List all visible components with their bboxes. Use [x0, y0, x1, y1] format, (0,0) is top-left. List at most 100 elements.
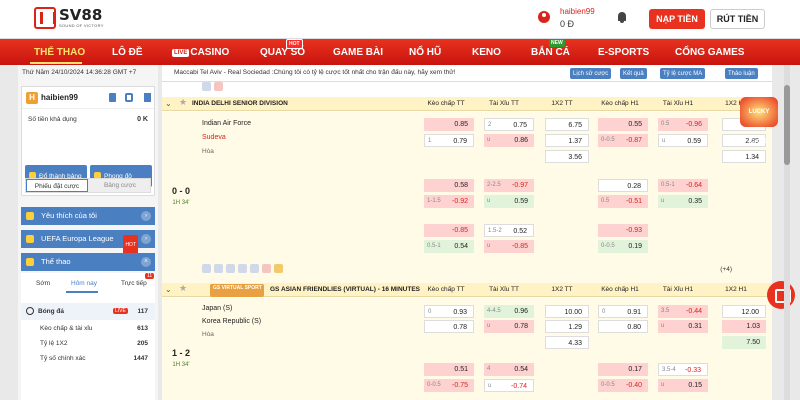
nav-cards[interactable]: GAME BÀI	[333, 47, 383, 58]
odds-cell[interactable]: u -0.85	[484, 240, 534, 253]
odds-cell[interactable]: u 0.86	[484, 134, 534, 147]
odds-cell[interactable]: 10.00	[545, 305, 589, 318]
odds-cell[interactable]: 0-0.5 -0.87	[598, 134, 648, 147]
chat-icon[interactable]	[767, 281, 795, 309]
chevron-down-icon[interactable]: ⌄	[165, 285, 172, 294]
scrollbar[interactable]	[784, 65, 790, 400]
tab-betlist[interactable]: Bảng cược	[89, 179, 151, 192]
withdraw-button[interactable]: RÚT TIỀN	[710, 9, 765, 29]
message-icon[interactable]	[144, 93, 151, 102]
odds-cell[interactable]: 0.17	[598, 363, 648, 376]
star-icon[interactable]: ★	[179, 283, 187, 294]
user-icon[interactable]	[538, 11, 550, 23]
odds-cell[interactable]: 3.56	[545, 150, 589, 163]
odds-cell[interactable]: 0 0.91	[598, 305, 648, 318]
odds-cell[interactable]: 4-4.5 0.96	[484, 305, 534, 318]
results-button[interactable]: Kết quả	[620, 68, 647, 79]
trophy-icon[interactable]	[274, 264, 283, 273]
subtab-today[interactable]: Hôm nay	[71, 280, 97, 287]
odds-cell[interactable]: 1.5-2 0.52	[484, 224, 534, 237]
chart-icon[interactable]	[250, 264, 259, 273]
odds-cell[interactable]: 4.33	[545, 336, 589, 349]
odds-cell[interactable]: 0.5-1 0.54	[424, 240, 474, 253]
list-item[interactable]: Tỷ lệ 1X2 205	[21, 338, 155, 351]
odds-cell[interactable]: 0 0.93	[424, 305, 474, 318]
odds-cell[interactable]: u 0.59	[658, 134, 708, 147]
odds-cell[interactable]: 0.80	[598, 320, 648, 333]
odds-cell[interactable]: 0.5 -0.51	[598, 195, 648, 208]
stats-icon[interactable]	[202, 82, 211, 91]
stats-icon[interactable]	[202, 264, 211, 273]
odds-cell[interactable]: 0.51	[424, 363, 474, 376]
logo[interactable]: SV88 SOUND OF VICTORY	[34, 7, 104, 29]
odds-cell[interactable]: 0.58	[424, 179, 474, 192]
field-icon[interactable]	[214, 264, 223, 273]
odds-type-select[interactable]: Tỷ lệ cược MA	[660, 68, 706, 79]
odds-cell[interactable]: -0.93	[598, 224, 648, 237]
odds-cell[interactable]: 2 0.75	[484, 118, 534, 131]
section-favorites[interactable]: Yêu thích của tôi ›	[21, 207, 155, 225]
wallet-icon[interactable]	[109, 93, 116, 102]
odds-cell[interactable]: 0-0.5 0.19	[598, 240, 648, 253]
nav-esports[interactable]: E-SPORTS	[598, 47, 649, 58]
odds-cell[interactable]: u -0.74	[484, 379, 534, 392]
odds-cell[interactable]: 4 0.54	[484, 363, 534, 376]
more-bets-link[interactable]: (+4)	[720, 266, 732, 273]
sport-football[interactable]: Bóng đá LIVE 117	[21, 303, 155, 320]
subtab-early[interactable]: Sớm	[36, 280, 50, 287]
section-sports[interactable]: Thể thao ˄	[21, 253, 155, 271]
odds-cell[interactable]: 1-1.5 -0.92	[424, 195, 474, 208]
scrollbar-thumb[interactable]	[784, 85, 790, 165]
odds-cell[interactable]: u 0.15	[658, 379, 708, 392]
section-europa-league[interactable]: UEFA Europa League HOT ›	[21, 230, 155, 255]
odds-cell[interactable]: u 0.31	[658, 320, 708, 333]
odds-cell[interactable]: 1.37	[545, 134, 589, 147]
lucky-game-banner[interactable]: LUCKY GAME	[740, 97, 778, 145]
header-username[interactable]: haibien99	[560, 7, 595, 16]
odds-cell[interactable]: 0-0.5 -0.40	[598, 379, 648, 392]
subtab-live[interactable]: Trực tiếp	[121, 280, 147, 287]
league-header[interactable]: ⌄ ★ GS VIRTUAL SPORT GS ASIAN FRIENDLIES…	[162, 283, 772, 297]
nav-lottery[interactable]: LÔ ĐỀ	[112, 47, 143, 58]
odds-cell[interactable]: 0.5-1 -0.64	[658, 179, 708, 192]
odds-cell[interactable]: u 0.35	[658, 195, 708, 208]
odds-cell[interactable]: 1 0.79	[424, 134, 474, 147]
odds-cell[interactable]: -0.85	[424, 224, 474, 237]
list-item[interactable]: Kèo chấp & tài xỉu 613	[21, 323, 155, 336]
nav-sports[interactable]: THỂ THAO	[34, 47, 85, 58]
nav-fishing[interactable]: BẮN CÁ NEW	[531, 39, 570, 58]
deposit-button[interactable]: NẠP TIỀN	[649, 9, 705, 29]
odds-cell[interactable]: 0.78	[424, 320, 474, 333]
odds-cell[interactable]: 0.28	[598, 179, 648, 192]
nav-keno[interactable]: KENO	[472, 47, 501, 58]
bet-history-button[interactable]: Lịch sử cược	[570, 68, 612, 79]
list-item[interactable]: Tỷ số chính xác 1447	[21, 353, 155, 366]
odds-cell[interactable]: 0.5 -0.96	[658, 118, 708, 131]
star-icon[interactable]: ★	[179, 97, 187, 108]
odds-cell[interactable]: 7.50	[722, 336, 766, 349]
nav-slots[interactable]: NỔ HŨ	[409, 47, 441, 58]
tab-betslip[interactable]: Phiếu đặt cược	[26, 179, 88, 192]
nav-quayso[interactable]: QUAY SỐ HOT	[260, 39, 305, 58]
odds-cell[interactable]: 1.03	[722, 320, 766, 333]
odds-cell[interactable]: 1.29	[545, 320, 589, 333]
odds-cell[interactable]: 0.85	[424, 118, 474, 131]
odds-cell[interactable]: 6.75	[545, 118, 589, 131]
odds-cell[interactable]: 3.5 -0.44	[658, 305, 708, 318]
odds-cell[interactable]: 3.5-4 -0.33	[658, 363, 708, 376]
info-icon[interactable]	[238, 264, 247, 273]
odds-cell[interactable]: 12.00	[722, 305, 766, 318]
fire-icon[interactable]	[214, 82, 223, 91]
odds-cell[interactable]: u 0.59	[484, 195, 534, 208]
discuss-button[interactable]: Thảo luận	[725, 68, 758, 79]
tv-icon[interactable]	[226, 264, 235, 273]
fire-icon[interactable]	[262, 264, 271, 273]
chevron-down-icon[interactable]: ⌄	[165, 99, 172, 108]
odds-cell[interactable]: 0-0.5 -0.75	[424, 379, 474, 392]
odds-cell[interactable]: 2-2.5 -0.97	[484, 179, 534, 192]
history-icon[interactable]	[125, 93, 133, 102]
odds-cell[interactable]: u 0.78	[484, 320, 534, 333]
bell-icon[interactable]	[617, 12, 627, 24]
league-header[interactable]: ⌄ ★ INDIA DELHI SENIOR DIVISION Kèo chấp…	[162, 97, 772, 111]
nav-casino[interactable]: LIVE CASINO	[172, 47, 229, 58]
